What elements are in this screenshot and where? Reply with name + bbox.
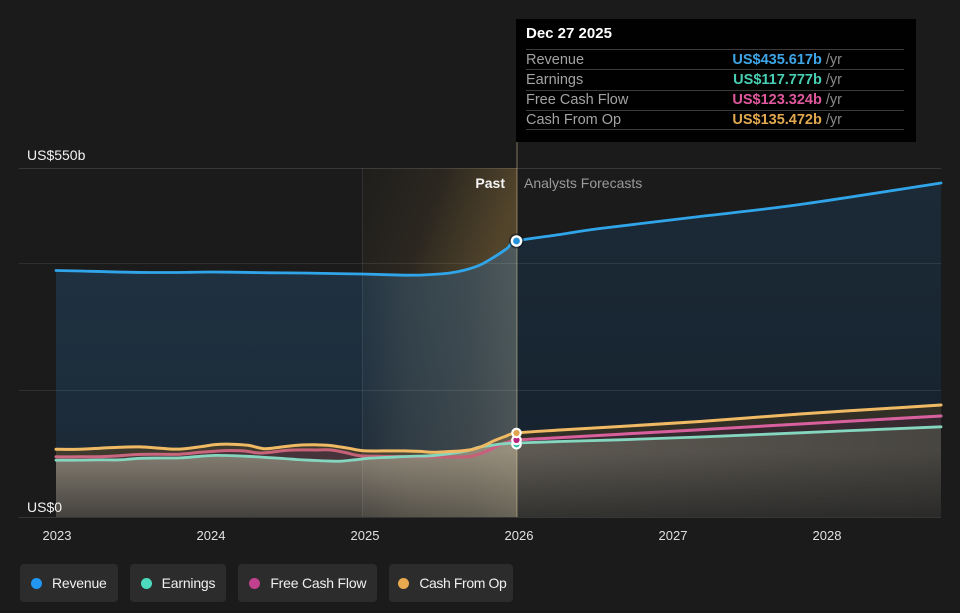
- svg-text:2023: 2023: [43, 528, 72, 543]
- svg-text:Analysts Forecasts: Analysts Forecasts: [524, 175, 642, 191]
- svg-text:US$0: US$0: [27, 499, 62, 515]
- svg-text:Past: Past: [475, 175, 505, 191]
- svg-text:2028: 2028: [813, 528, 842, 543]
- svg-text:2027: 2027: [659, 528, 688, 543]
- svg-text:2026: 2026: [505, 528, 534, 543]
- svg-text:2025: 2025: [351, 528, 380, 543]
- svg-text:US$550b: US$550b: [27, 147, 86, 163]
- svg-text:2024: 2024: [197, 528, 226, 543]
